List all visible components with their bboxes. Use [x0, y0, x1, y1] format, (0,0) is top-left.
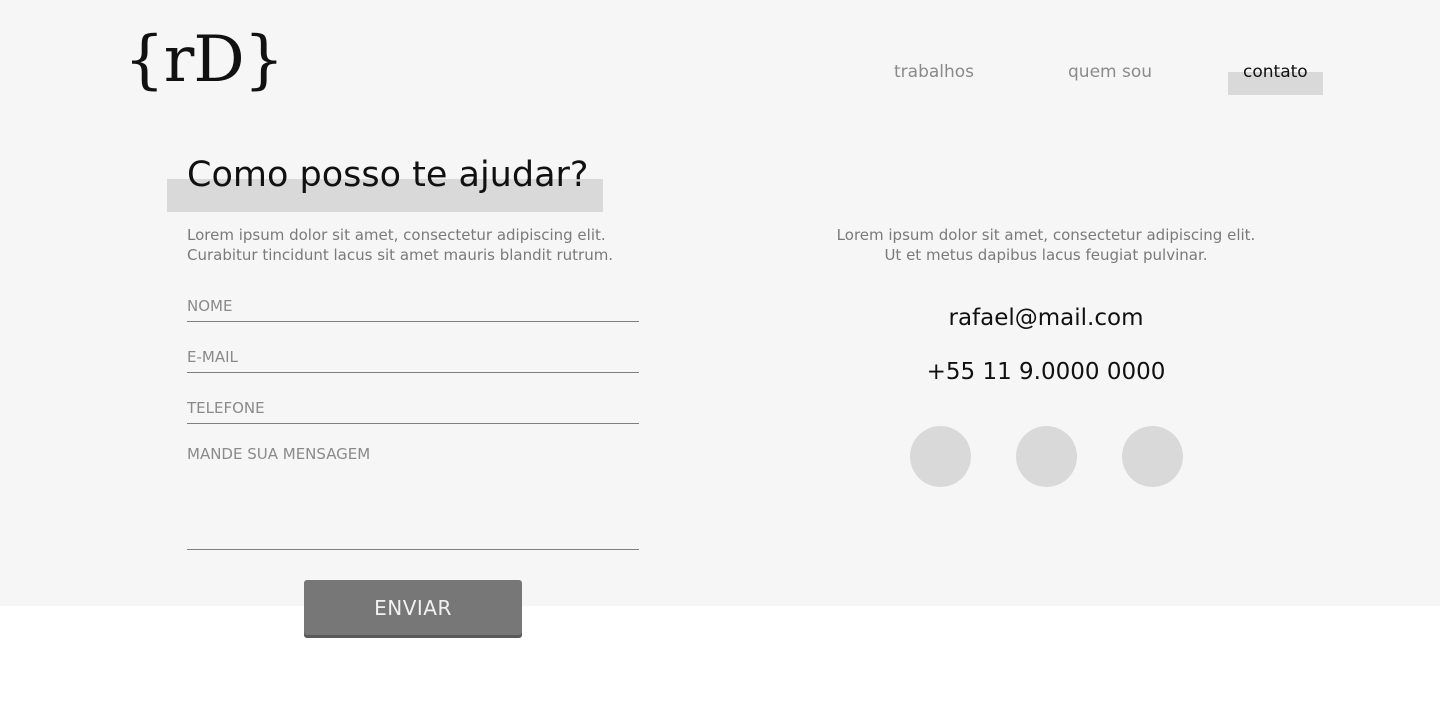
- social-icon-2[interactable]: [1016, 426, 1077, 487]
- nav-item-contato[interactable]: contato: [1243, 62, 1308, 82]
- phone-field[interactable]: [187, 392, 639, 424]
- form-intro-line: Lorem ipsum dolor sit amet, consectetur …: [187, 226, 606, 244]
- contact-page: {rD} trabalhos quem sou contato Como pos…: [0, 0, 1440, 713]
- contact-phone-link[interactable]: +55 11 9.0000 0000: [846, 357, 1246, 387]
- site-logo[interactable]: {rD}: [124, 28, 284, 92]
- email-field[interactable]: [187, 341, 639, 373]
- contact-description-line: Lorem ipsum dolor sit amet, consectetur …: [836, 226, 1256, 244]
- message-field[interactable]: [187, 443, 639, 550]
- name-field[interactable]: [187, 290, 639, 322]
- page-title: Como posso te ajudar?: [187, 155, 589, 195]
- contact-description: Lorem ipsum dolor sit amet, consectetur …: [796, 225, 1296, 265]
- social-icon-1[interactable]: [910, 426, 971, 487]
- form-intro: Lorem ipsum dolor sit amet, consectetur …: [187, 225, 627, 265]
- nav-item-quem-sou[interactable]: quem sou: [1068, 62, 1152, 82]
- social-icon-3[interactable]: [1122, 426, 1183, 487]
- contact-email-link[interactable]: rafael@mail.com: [846, 303, 1246, 333]
- send-button[interactable]: ENVIAR: [304, 580, 522, 635]
- form-intro-line: Curabitur tincidunt lacus sit amet mauri…: [187, 246, 614, 264]
- contact-description-line: Ut et metus dapibus lacus feugiat pulvin…: [884, 246, 1208, 264]
- nav-item-trabalhos[interactable]: trabalhos: [894, 62, 974, 82]
